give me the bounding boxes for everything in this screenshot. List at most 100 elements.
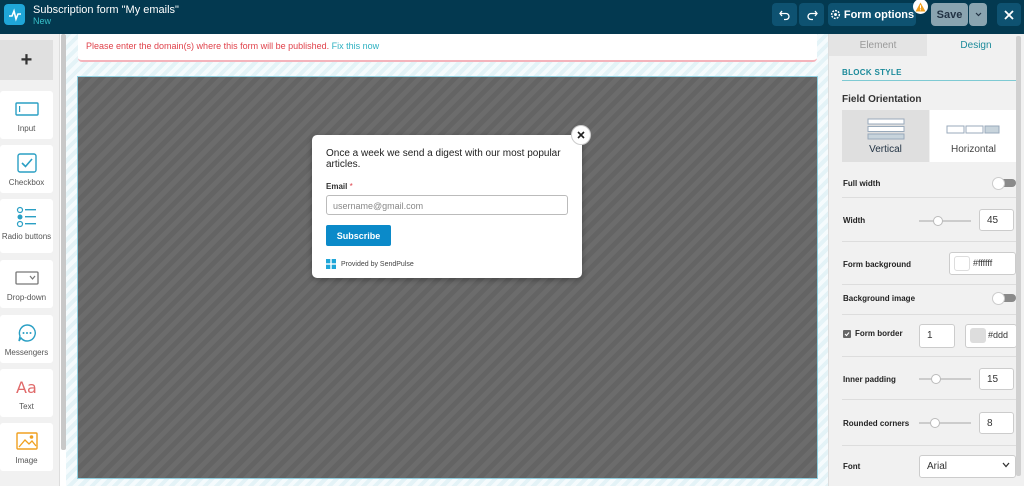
form-options-button[interactable]: Form options (828, 3, 916, 26)
form-background-color-picker[interactable]: #ffffff (949, 252, 1016, 275)
radio-buttons-icon (16, 205, 38, 229)
width-slider[interactable] (919, 216, 971, 226)
divider (842, 314, 1018, 315)
elements-panel: + Input Checkbox Radio buttons Drop-down… (0, 34, 60, 486)
sendpulse-logo-icon[interactable] (4, 4, 25, 25)
block-style-heading: BLOCK STYLE (842, 68, 902, 77)
dropdown-icon (14, 266, 39, 290)
warning-icon[interactable] (913, 0, 928, 14)
settings-scrollbar[interactable] (1016, 36, 1021, 476)
email-label-text: Email (326, 182, 348, 191)
tool-checkbox[interactable]: Checkbox (0, 145, 53, 193)
vertical-layout-icon (867, 118, 904, 140)
color-swatch (970, 328, 986, 343)
inner-padding-slider[interactable] (919, 374, 971, 384)
form-options-label: Form options (843, 8, 915, 21)
background-image-label: Background image (843, 294, 916, 303)
redo-button[interactable] (799, 3, 824, 26)
orientation-vertical-label: Vertical (869, 144, 902, 155)
tool-radio-buttons[interactable]: Radio buttons (0, 199, 53, 253)
tool-label: Messengers (4, 348, 49, 357)
form-border-color-value: #ddd (988, 330, 1009, 340)
form-border-color-picker[interactable]: #ddd (965, 324, 1017, 348)
full-width-toggle[interactable] (992, 177, 1016, 190)
divider (842, 241, 1018, 242)
subscribe-label: Subscribe (336, 230, 381, 241)
tool-messengers[interactable]: Messengers (0, 315, 53, 363)
form-title: Subscription form "My emails" (33, 4, 179, 16)
slider-knob[interactable] (930, 418, 940, 428)
width-input[interactable]: 45 (979, 209, 1014, 231)
tab-element[interactable]: Element (829, 34, 927, 56)
rounded-corners-input[interactable]: 8 (979, 412, 1014, 434)
slider-knob[interactable] (933, 216, 943, 226)
undo-button[interactable] (772, 3, 797, 26)
close-icon (577, 131, 585, 139)
form-border-label: Form border (855, 329, 903, 338)
form-background-label: Form background (843, 260, 912, 269)
undo-icon (778, 10, 790, 20)
color-swatch (954, 256, 970, 271)
tool-image[interactable]: Image (0, 423, 53, 471)
form-background-value: #ffffff (973, 258, 993, 268)
form-border-checkbox[interactable] (843, 330, 851, 338)
tool-input[interactable]: Input (0, 91, 53, 139)
brand-text: Provided by SendPulse (341, 260, 414, 268)
divider (842, 399, 1018, 400)
save-label: Save (936, 8, 963, 21)
orientation-horizontal-option[interactable]: Horizontal (930, 110, 1017, 162)
checkbox-icon (16, 151, 37, 175)
width-label: Width (843, 216, 866, 225)
chevron-down-icon (1002, 462, 1010, 468)
tool-label: Text (19, 402, 34, 411)
field-orientation-title: Field Orientation (842, 94, 922, 105)
fix-this-now-link[interactable]: Fix this now (332, 41, 380, 51)
form-status: New (33, 16, 52, 26)
background-image-toggle[interactable] (992, 292, 1016, 305)
input-icon (14, 97, 39, 121)
font-select[interactable]: Arial (919, 455, 1016, 478)
divider (842, 445, 1018, 446)
rounded-corners-slider[interactable] (919, 418, 971, 428)
email-label: Email * (326, 182, 353, 191)
slider-knob[interactable] (931, 374, 941, 384)
tool-label: Checkbox (8, 178, 45, 187)
required-mark: * (349, 182, 353, 191)
orientation-vertical-option[interactable]: Vertical (842, 110, 929, 162)
subscription-popup[interactable]: Once a week we send a digest with our mo… (312, 135, 582, 278)
inner-padding-input[interactable]: 15 (979, 368, 1014, 390)
settings-panel: Element Design BLOCK STYLE Field Orienta… (828, 34, 1024, 486)
font-label: Font (843, 462, 861, 471)
sendpulse-small-logo-icon (326, 259, 336, 269)
divider (842, 356, 1018, 357)
rounded-corners-label: Rounded corners (843, 419, 910, 428)
section-divider (842, 80, 1018, 81)
tool-label: Radio buttons (1, 232, 52, 241)
popup-close-button[interactable] (571, 125, 591, 145)
messengers-icon (17, 321, 37, 345)
font-select-value: Arial (927, 461, 948, 472)
tool-dropdown[interactable]: Drop-down (0, 260, 53, 308)
tab-design[interactable]: Design (927, 34, 1024, 56)
settings-tabs: Element Design (829, 34, 1024, 56)
close-icon (1004, 9, 1014, 20)
divider (842, 284, 1018, 285)
add-element-button[interactable]: + (0, 40, 53, 80)
horizontal-layout-icon (946, 125, 999, 134)
tool-text[interactable]: Aa Text (0, 369, 53, 417)
svg-text:Aa: Aa (16, 378, 37, 396)
save-options-button[interactable] (969, 3, 987, 26)
redo-icon (806, 10, 818, 20)
checkmark-icon (844, 332, 850, 337)
add-element-label: + (20, 48, 33, 71)
subscribe-button[interactable]: Subscribe (326, 225, 391, 246)
email-input[interactable]: username@gmail.com (326, 195, 568, 215)
orientation-horizontal-label: Horizontal (950, 144, 997, 155)
top-bar: Subscription form "My emails" New Form o… (0, 0, 1024, 34)
form-border-width-input[interactable]: 1 (919, 324, 955, 348)
save-button[interactable]: Save (931, 3, 968, 26)
provided-by-branding[interactable]: Provided by SendPulse (326, 259, 414, 269)
tool-label: Input (17, 124, 36, 133)
gear-icon (830, 9, 840, 20)
close-editor-button[interactable] (997, 3, 1021, 26)
